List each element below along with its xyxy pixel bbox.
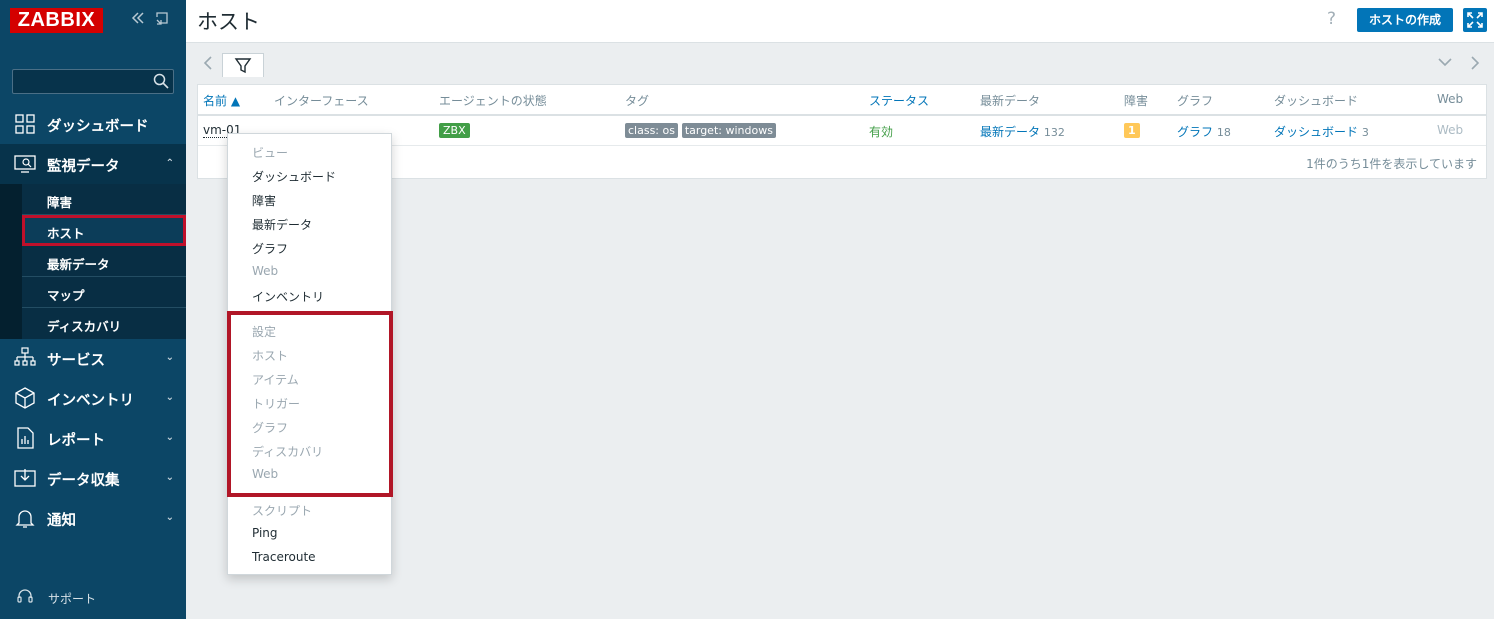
ctx-item-traceroute[interactable]: Traceroute xyxy=(252,550,316,564)
col-graphs: グラフ xyxy=(1177,94,1214,108)
chevron-down-icon: ⌄ xyxy=(165,392,174,403)
chevron-down-icon: ⌄ xyxy=(165,352,174,363)
ctx-item-problems[interactable]: 障害 xyxy=(252,192,276,209)
dashboard-icon xyxy=(15,114,35,134)
col-interface: インターフェース xyxy=(274,94,369,108)
ctx-item-config-web: Web xyxy=(252,467,279,481)
problems-badge[interactable]: 1 xyxy=(1124,123,1140,138)
submenu-item-latest-data[interactable]: 最新データ xyxy=(22,246,186,277)
filter-tab[interactable] xyxy=(222,53,264,77)
headset-icon xyxy=(17,589,33,603)
menu-section-configuration: 設定 xyxy=(252,325,277,339)
menu-services[interactable]: サービス ⌄ xyxy=(0,338,186,378)
latest-data-link[interactable]: 最新データ 132 xyxy=(980,123,1065,140)
col-problems: 障害 xyxy=(1124,94,1149,108)
monitoring-icon xyxy=(14,155,36,173)
ctx-item-inventory[interactable]: インベントリ xyxy=(252,288,324,305)
menu-section-scripts: スクリプト xyxy=(252,504,313,518)
tag-list: class: os target: windows xyxy=(625,123,776,138)
submenu-item-maps[interactable]: マップ xyxy=(22,277,186,308)
menu-label: データ収集 xyxy=(47,473,120,489)
services-icon xyxy=(14,347,36,366)
col-status[interactable]: ステータス xyxy=(869,92,929,109)
chevron-up-icon: ⌃ xyxy=(165,158,174,169)
create-host-button[interactable]: ホストの作成 xyxy=(1357,8,1453,32)
next-tab-icon[interactable] xyxy=(1469,55,1481,75)
reports-icon xyxy=(17,427,34,449)
menu-section-view: ビュー xyxy=(252,146,289,160)
support-label: サポート xyxy=(48,592,97,606)
menu-label: インベントリ xyxy=(47,393,134,409)
prev-tab-icon[interactable] xyxy=(202,55,214,75)
ctx-item-ping[interactable]: Ping xyxy=(252,526,278,540)
ctx-item-dashboards[interactable]: ダッシュボード xyxy=(252,168,336,185)
monitoring-submenu: 障害 ホスト 最新データ マップ ディスカバリ xyxy=(0,184,186,339)
menu-monitoring[interactable]: 監視データ ⌃ xyxy=(0,144,186,184)
ctx-item-config-graphs: グラフ xyxy=(252,421,289,435)
data-collection-icon xyxy=(14,469,36,487)
ctx-item-config-host: ホスト xyxy=(252,349,289,363)
tag-chip[interactable]: class: os xyxy=(625,123,678,138)
col-web: Web xyxy=(1437,92,1464,106)
collapse-sidebar-icon[interactable] xyxy=(131,10,145,30)
submenu-item-hosts[interactable]: ホスト xyxy=(22,215,186,246)
menu-dashboard[interactable]: ダッシュボード xyxy=(0,104,186,144)
col-agent: エージェントの状態 xyxy=(439,94,547,108)
filter-icon xyxy=(234,58,252,74)
search-icon[interactable] xyxy=(153,73,169,89)
menu-inventory[interactable]: インベントリ ⌄ xyxy=(0,378,186,418)
zabbix-logo[interactable]: ZABBIX xyxy=(10,8,103,33)
ctx-item-config-items: アイテム xyxy=(252,373,299,387)
col-name[interactable]: 名前 ▲ xyxy=(203,92,240,109)
menu-label: ダッシュボード xyxy=(47,119,149,135)
menu-reports[interactable]: レポート ⌄ xyxy=(0,418,186,458)
ctx-item-latest-data[interactable]: 最新データ xyxy=(252,216,312,233)
support-link[interactable]: サポート xyxy=(16,587,96,608)
menu-data-collection[interactable]: データ収集 ⌄ xyxy=(0,458,186,498)
menu-label: レポート xyxy=(47,433,105,449)
ctx-item-web: Web xyxy=(252,264,279,278)
tag-chip[interactable]: target: windows xyxy=(681,123,776,138)
inventory-icon xyxy=(15,387,35,409)
fullscreen-button[interactable] xyxy=(1463,8,1487,32)
help-icon[interactable]: ? xyxy=(1327,9,1336,29)
sidebar-search-input[interactable] xyxy=(12,69,174,94)
page-title: ホスト xyxy=(197,10,260,34)
menu-label: 通知 xyxy=(47,513,76,529)
menu-alerts[interactable]: 通知 ⌄ xyxy=(0,498,186,538)
alerts-icon xyxy=(15,510,35,528)
graphs-link[interactable]: グラフ 18 xyxy=(1177,123,1231,140)
sidebar: ZABBIX ダッシュボード 監視データ ⌃ 障害 ホスト 最新データ マップ … xyxy=(0,0,186,619)
status-link[interactable]: 有効 xyxy=(869,123,893,140)
chevron-down-icon: ⌄ xyxy=(165,512,174,523)
ctx-item-config-discovery: ディスカバリ xyxy=(252,445,324,459)
agent-badge: ZBX xyxy=(439,123,470,138)
col-dashboards: ダッシュボード xyxy=(1274,94,1359,108)
page-header: ホスト ? ホストの作成 xyxy=(186,0,1494,43)
submenu-item-discovery[interactable]: ディスカバリ xyxy=(22,308,186,339)
menu-label: サービス xyxy=(47,353,105,369)
submenu-rail xyxy=(0,184,22,339)
menu-label: 監視データ xyxy=(47,159,120,175)
col-latest: 最新データ xyxy=(980,94,1041,108)
ctx-item-graphs[interactable]: グラフ xyxy=(252,240,288,257)
compact-view-icon[interactable] xyxy=(155,10,169,30)
chevron-down-icon: ⌄ xyxy=(165,432,174,443)
header-divider xyxy=(198,114,1486,116)
web-link: Web xyxy=(1437,123,1464,137)
ctx-item-config-triggers: トリガー xyxy=(252,397,301,411)
chevron-down-icon: ⌄ xyxy=(165,472,174,483)
table-footer: 1件のうち1件を表示しています xyxy=(1306,157,1477,171)
dashboards-link[interactable]: ダッシュボード 3 xyxy=(1274,123,1369,140)
host-context-menu: ビュー ダッシュボード 障害 最新データ グラフ Web インベントリ 設定 ホ… xyxy=(227,133,392,575)
submenu-item-problems[interactable]: 障害 xyxy=(22,184,186,215)
col-tags: タグ xyxy=(625,94,650,108)
collapse-filter-icon[interactable] xyxy=(1437,55,1453,73)
fullscreen-icon xyxy=(1467,12,1483,28)
